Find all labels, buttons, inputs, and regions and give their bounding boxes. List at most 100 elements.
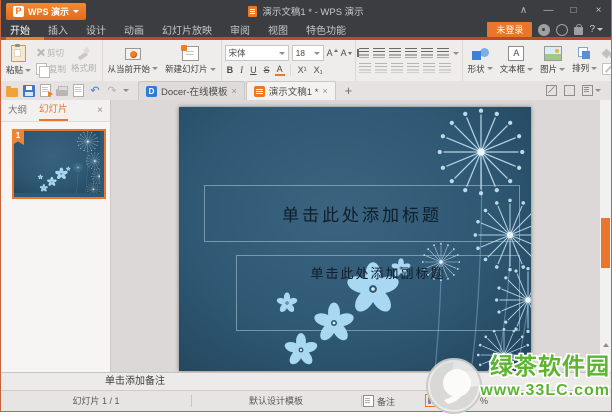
new-slide-button[interactable]: 新建幻灯片 xyxy=(163,45,218,75)
paste-button[interactable]: 粘贴 xyxy=(4,44,33,76)
shrink-font-button[interactable]: A xyxy=(341,48,352,58)
fill-button[interactable]: 填充 xyxy=(602,47,611,59)
vertical-scrollbar[interactable] xyxy=(599,100,611,372)
picture-button[interactable]: 图片 xyxy=(538,46,567,75)
open-icon[interactable] xyxy=(6,85,18,97)
close-button[interactable]: × xyxy=(586,0,611,22)
previous-slide-icon[interactable] xyxy=(603,343,609,347)
justify-icon[interactable] xyxy=(406,63,419,73)
format-painter-button[interactable]: 格式刷 xyxy=(69,47,99,74)
new-window-icon[interactable] xyxy=(564,85,575,96)
login-button[interactable]: 未登录 xyxy=(487,22,533,37)
align-right-icon[interactable] xyxy=(390,63,403,73)
text-direction-icon[interactable] xyxy=(436,48,449,58)
outline-tab[interactable]: 大纲 xyxy=(8,101,27,120)
play-from-current-button[interactable]: 从当前开始 xyxy=(106,47,161,75)
decrease-indent-icon[interactable] xyxy=(388,48,401,58)
align-center-icon[interactable] xyxy=(374,63,387,73)
bullet-list-icon[interactable] xyxy=(372,48,385,58)
save-icon[interactable] xyxy=(23,84,35,97)
tab-special-features[interactable]: 特色功能 xyxy=(297,22,355,37)
slide-canvas[interactable]: 单击此处添加标题 单击此处添加副标题 xyxy=(179,107,531,371)
wps-logo-icon: P xyxy=(13,5,24,17)
slide-thumbnail-1[interactable]: 1 xyxy=(12,129,106,199)
line-spacing-icon[interactable] xyxy=(420,48,433,58)
underline-button[interactable]: U xyxy=(248,64,259,76)
subtitle-placeholder[interactable]: 单击此处添加副标题 xyxy=(236,255,520,331)
toolbox-icon[interactable] xyxy=(546,85,557,96)
arrange-button[interactable]: 排列 xyxy=(570,47,599,74)
quick-access-toolbar: ↶ ↷ xyxy=(1,81,134,100)
subscript-button[interactable]: X₁ xyxy=(312,64,325,76)
indent-settings-icon[interactable] xyxy=(438,63,451,73)
align-left-icon[interactable] xyxy=(358,63,371,73)
close-tab-icon[interactable]: × xyxy=(232,86,237,96)
next-slide-icon[interactable] xyxy=(603,355,609,359)
help-button[interactable]: ? xyxy=(589,24,603,35)
close-panel-icon[interactable]: × xyxy=(97,105,103,116)
paragraph-group xyxy=(354,40,462,81)
minimize-button[interactable]: — xyxy=(536,0,561,22)
close-tab-icon[interactable]: × xyxy=(322,86,327,96)
tab-animation[interactable]: 动画 xyxy=(115,22,153,37)
tab-home[interactable]: 开始 xyxy=(1,22,39,37)
slide-sorter-view-button[interactable] xyxy=(443,394,456,407)
font-size-select[interactable]: 18 xyxy=(291,45,324,61)
strikethrough-button[interactable]: S xyxy=(262,64,272,76)
collapse-ribbon-button[interactable]: ∧ xyxy=(511,0,536,22)
doc-tab-presentation1[interactable]: 演示文稿1 * × xyxy=(245,81,336,100)
tab-slideshow[interactable]: 幻灯片放映 xyxy=(153,22,221,37)
numbered-list-icon[interactable] xyxy=(358,48,369,58)
chevron-down-icon xyxy=(591,66,598,70)
app-menu-button[interactable]: P WPS 演示 xyxy=(6,2,87,20)
tab-view[interactable]: 视图 xyxy=(259,22,297,37)
menu-bar: 开始 插入 设计 动画 幻灯片放映 审阅 视图 特色功能 未登录 ? xyxy=(1,22,611,37)
print-icon[interactable] xyxy=(56,85,68,96)
export-pdf-icon[interactable] xyxy=(40,84,53,97)
customize-toolbar-icon[interactable] xyxy=(123,89,129,92)
grow-font-button[interactable]: A xyxy=(327,48,338,58)
skin-store-icon[interactable] xyxy=(574,23,584,35)
text-box-button[interactable]: A 文本框 xyxy=(498,46,536,75)
redo-icon[interactable]: ↷ xyxy=(106,85,118,97)
undo-icon[interactable]: ↶ xyxy=(89,85,101,97)
maximize-button[interactable]: □ xyxy=(561,0,586,22)
copy-button[interactable]: 复制 xyxy=(36,62,66,78)
scrollbar-thumb[interactable] xyxy=(601,218,610,268)
chevron-down-icon xyxy=(559,67,566,71)
shapes-button[interactable]: 形状 xyxy=(466,47,495,75)
outline-button[interactable]: 轮廓 xyxy=(602,62,611,75)
slides-tab[interactable]: 幻灯片 xyxy=(39,100,68,121)
shapes-icon xyxy=(471,47,489,61)
tab-insert[interactable]: 插入 xyxy=(39,22,77,37)
print-preview-icon[interactable] xyxy=(73,84,84,97)
notes-toggle-button[interactable]: 备注 xyxy=(363,391,395,411)
increase-indent-icon[interactable] xyxy=(404,48,417,58)
normal-view-button[interactable] xyxy=(425,394,438,407)
new-tab-button[interactable]: + xyxy=(337,82,361,100)
presentation-icon xyxy=(253,85,265,97)
title-placeholder[interactable]: 单击此处添加标题 xyxy=(204,185,520,242)
wps-presentation-window: P WPS 演示 演示文稿1 * - WPS 演示 ∧ — □ × 开始 插入 … xyxy=(0,0,612,412)
chevron-down-icon xyxy=(527,67,534,71)
doc-tab-docer[interactable]: D Docer-在线模板 × xyxy=(138,81,245,100)
divider xyxy=(361,395,362,407)
update-icon[interactable] xyxy=(538,23,551,36)
font-family-select[interactable]: 宋体 xyxy=(224,45,289,61)
bold-button[interactable]: B xyxy=(225,64,236,76)
italic-button[interactable]: I xyxy=(238,64,245,76)
tab-review[interactable]: 审阅 xyxy=(221,22,259,37)
tab-list-button[interactable] xyxy=(582,85,601,96)
ribbon: 粘贴 剪切 复制 格式刷 从当前开始 新建幻灯片 宋体 18 A A B I U… xyxy=(1,40,611,82)
text-box-icon: A xyxy=(508,46,525,61)
superscript-button[interactable]: X¹ xyxy=(296,64,309,76)
distribute-icon[interactable] xyxy=(422,63,435,73)
feedback-icon[interactable] xyxy=(556,23,569,36)
cut-icon xyxy=(36,48,45,57)
cut-button[interactable]: 剪切 xyxy=(36,47,66,59)
slideshow-play-icon[interactable] xyxy=(463,397,469,405)
chevron-down-icon xyxy=(25,68,32,72)
notes-pane[interactable]: 单击添加备注 xyxy=(1,372,611,390)
font-color-button[interactable]: A xyxy=(274,64,285,76)
tab-design[interactable]: 设计 xyxy=(77,22,115,37)
